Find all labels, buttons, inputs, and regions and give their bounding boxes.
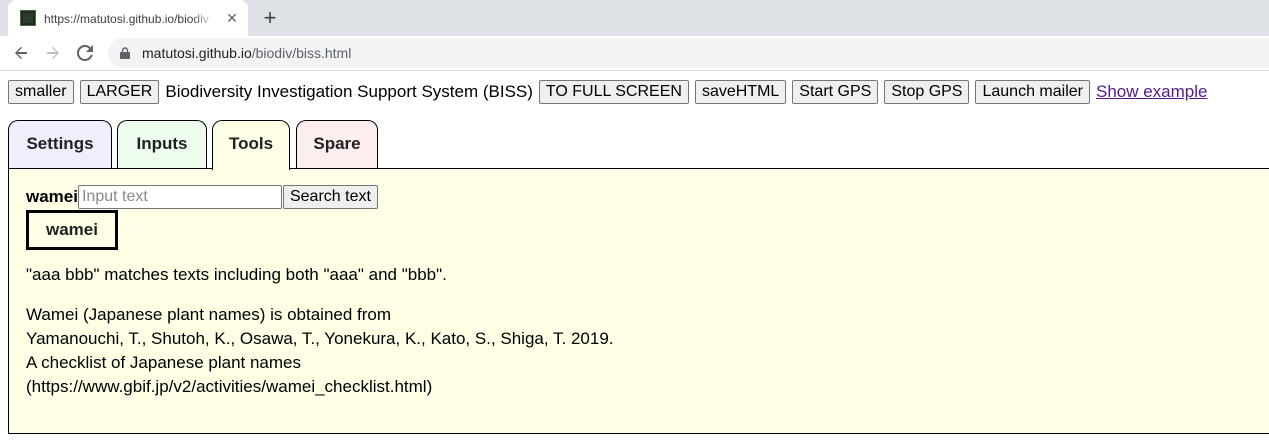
app-title: Biodiversity Investigation Support Syste… (165, 82, 533, 101)
browser-tab[interactable]: https://matutosi.github.io/biodiv ✕ (8, 0, 248, 36)
browser-toolbar: matutosi.github.io/biodiv/biss.html (0, 36, 1269, 71)
search-input[interactable] (77, 185, 282, 209)
source-line: A checklist of Japanese plant names (26, 353, 301, 372)
lock-icon (120, 47, 130, 59)
search-label: wamei (26, 187, 78, 206)
arrow-right-icon[interactable] (41, 41, 65, 65)
tab-settings[interactable]: Settings (8, 120, 112, 168)
url-domain: matutosi.github.io (142, 45, 252, 61)
browser-tab-strip: https://matutosi.github.io/biodiv ✕ + (0, 0, 1269, 36)
reload-icon[interactable] (73, 41, 97, 65)
arrow-left-icon[interactable] (9, 41, 33, 65)
source-citation: Wamei (Japanese plant names) is obtained… (26, 303, 614, 399)
save-html-button[interactable]: saveHTML (694, 80, 787, 104)
full-screen-button[interactable]: TO FULL SCREEN (538, 80, 689, 104)
close-icon[interactable]: ✕ (224, 10, 240, 26)
browser-tab-title: https://matutosi.github.io/biodiv (44, 12, 209, 26)
search-hint: "aaa bbb" matches texts including both "… (26, 265, 447, 284)
tab-tools[interactable]: Tools (212, 120, 290, 170)
show-example-link[interactable]: Show example (1096, 82, 1208, 102)
search-row: wamei Search text (26, 185, 378, 209)
source-line: Yamanouchi, T., Shutoh, K., Osawa, T., Y… (26, 329, 614, 348)
tab-inputs[interactable]: Inputs (117, 120, 207, 168)
launch-mailer-button[interactable]: Launch mailer (975, 80, 1090, 104)
favicon-icon (20, 10, 36, 26)
top-controls: smaller LARGER Biodiversity Investigatio… (8, 80, 1208, 104)
search-text-button[interactable]: Search text (282, 185, 378, 209)
tab-spare[interactable]: Spare (296, 120, 378, 168)
address-bar[interactable]: matutosi.github.io/biodiv/biss.html (108, 38, 1269, 68)
page-content: smaller LARGER Biodiversity Investigatio… (0, 71, 1269, 443)
smaller-button[interactable]: smaller (8, 80, 74, 104)
start-gps-button[interactable]: Start GPS (792, 80, 879, 104)
url-text: matutosi.github.io/biodiv/biss.html (142, 44, 351, 62)
larger-button[interactable]: LARGER (79, 80, 160, 104)
source-line: (https://www.gbif.jp/v2/activities/wamei… (26, 377, 433, 396)
plus-icon[interactable]: + (258, 6, 282, 30)
source-line: Wamei (Japanese plant names) is obtained… (26, 305, 392, 324)
stop-gps-button[interactable]: Stop GPS (884, 80, 970, 104)
tools-panel: wamei Search text wamei "aaa bbb" matche… (8, 168, 1269, 434)
wamei-result-box[interactable]: wamei (26, 210, 118, 250)
url-path: /biodiv/biss.html (251, 45, 352, 61)
